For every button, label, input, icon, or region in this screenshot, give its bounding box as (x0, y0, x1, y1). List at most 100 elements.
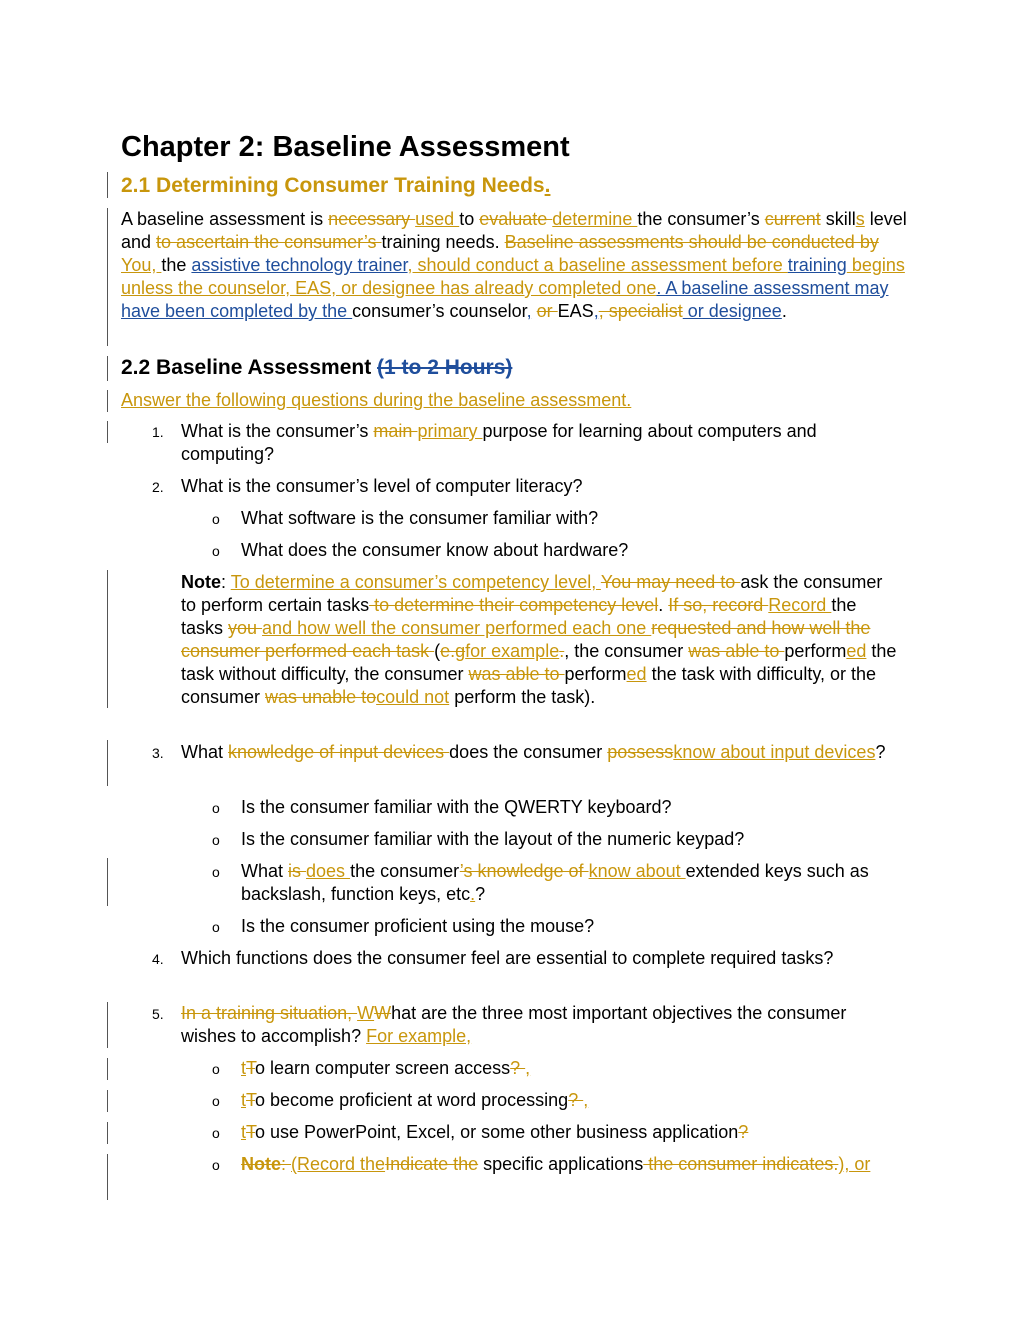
text-run: skill (820, 209, 856, 229)
sub-item: What does the consumer know about hardwa… (241, 539, 901, 562)
inserted-text: or designee (682, 301, 782, 321)
text-run: does the consumer (449, 742, 608, 762)
inserted-text: for example (465, 641, 560, 661)
change-bar (107, 858, 108, 906)
text-run: . (781, 301, 787, 321)
text-run: , the consumer (564, 641, 689, 661)
inserted-text: does (306, 861, 351, 881)
deleted-duration: (1 to 2 Hours) (377, 356, 513, 379)
competency-note: Note: To determine a consumer’s competen… (181, 571, 901, 709)
change-bar (107, 421, 108, 443)
text-run: ? (475, 884, 486, 904)
deleted-text: was able to (688, 641, 785, 661)
deleted-text: , specialist (598, 301, 683, 321)
deleted-text: ? (510, 1058, 526, 1078)
deleted-text: T (246, 1058, 256, 1078)
deleted-text: If so, record (668, 595, 769, 615)
deleted-text: ’s knowledge of (459, 861, 589, 881)
bullet-icon: o (212, 1093, 220, 1109)
inserted-text: , (525, 1058, 531, 1078)
text-run: the consumer’s (637, 209, 765, 229)
inserted-text: Record (768, 595, 832, 615)
change-bar (107, 172, 108, 198)
deleted-text: necessary (328, 209, 416, 229)
deleted-text: is (288, 861, 307, 881)
text-run: to (459, 209, 480, 229)
deleted-text: e.g (440, 641, 466, 661)
change-bar (107, 390, 108, 412)
deleted-text: ? (568, 1090, 584, 1110)
change-bar (107, 1058, 108, 1080)
bullet-icon: o (212, 1157, 220, 1173)
deleted-text: to ascertain the consumer’s (156, 232, 382, 252)
inserted-text: know about (588, 861, 686, 881)
change-bar (107, 740, 108, 786)
list-item-4: Which functions does the consumer feel a… (181, 947, 901, 970)
text-run: A baseline assessment is (121, 209, 329, 229)
sub-item: Is the consumer familiar with the layout… (241, 828, 901, 851)
bullet-icon: o (212, 864, 220, 880)
deleted-text: to determine their competency level (369, 595, 659, 615)
text-run: Is the consumer familiar with the layout… (241, 829, 745, 849)
inserted-text: ed (626, 664, 647, 684)
document-page: Chapter 2: Baseline Assessment 2.1 Deter… (0, 0, 1020, 1320)
list-number: 1. (152, 424, 164, 440)
text-run: EAS (557, 301, 594, 321)
inserted-text: You, (121, 255, 162, 275)
text-run: consumer’s counselor (352, 301, 527, 321)
change-bar (107, 208, 108, 346)
deleted-text: You may need to (600, 572, 741, 592)
inserted-text: ), or (838, 1154, 871, 1174)
bullet-icon: o (212, 543, 220, 559)
inserted-text: assistive technology trainer (191, 255, 408, 275)
list-item-5: In a training situation, WWhat are the t… (181, 1002, 901, 1048)
inserted-text: training (787, 255, 847, 275)
text-run: o use PowerPoint, Excel, or some other b… (255, 1122, 739, 1142)
deleted-text: was unable to (265, 687, 377, 707)
bullet-icon: o (212, 1125, 220, 1141)
text-run: the consumer (350, 861, 460, 881)
sub-item: tTo use PowerPoint, Excel, or some other… (241, 1121, 901, 1144)
deleted-text: evaluate (479, 209, 553, 229)
inserted-text: ed (846, 641, 867, 661)
sub-item: What software is the consumer familiar w… (241, 507, 901, 530)
list-number: 3. (152, 745, 164, 761)
list-number: 5. (152, 1006, 164, 1022)
inserted-text: could not (376, 687, 450, 707)
deleted-text: Baseline assessments should be conducted… (504, 232, 879, 252)
bullet-icon: o (212, 800, 220, 816)
bullet-icon: o (212, 1061, 220, 1077)
list-number: 4. (152, 951, 164, 967)
change-bar (107, 1122, 108, 1144)
deleted-text: or (536, 301, 558, 321)
sub-item: tTo learn computer screen access? , (241, 1057, 901, 1080)
inserted-text: and how well the consumer performed each… (262, 618, 652, 638)
text-run: Which functions does the consumer feel a… (181, 948, 834, 968)
text-run: What (241, 861, 289, 881)
list-item-2: What is the consumer’s level of computer… (181, 475, 901, 498)
deleted-text: current (764, 209, 821, 229)
inserted-text: (Record the (291, 1154, 386, 1174)
inserted-text: For example, (366, 1026, 472, 1046)
bullet-icon: o (212, 919, 220, 935)
bullet-icon: o (212, 832, 220, 848)
deleted-text: possess (607, 742, 674, 762)
inserted-text: used (415, 209, 460, 229)
text-run: What is the consumer’s level of computer… (181, 476, 583, 496)
deleted-text: W (374, 1003, 392, 1023)
text-run: . (658, 595, 669, 615)
text-run: Is the consumer familiar with the QWERTY… (241, 797, 672, 817)
text-run: What (181, 742, 229, 762)
sub-item: Is the consumer proficient using the mou… (241, 915, 901, 938)
change-bar (107, 1090, 108, 1112)
change-bar (107, 1154, 108, 1200)
bold-label: Note (181, 572, 221, 592)
text-run: the (161, 255, 192, 275)
list-number: 2. (152, 479, 164, 495)
sub-item: What is does the consumer’s knowledge of… (241, 860, 901, 906)
change-bar (107, 1002, 108, 1048)
inserted-text: , (583, 1090, 589, 1110)
change-bar (107, 356, 108, 381)
deleted-text: was able to (468, 664, 565, 684)
bullet-icon: o (212, 511, 220, 527)
